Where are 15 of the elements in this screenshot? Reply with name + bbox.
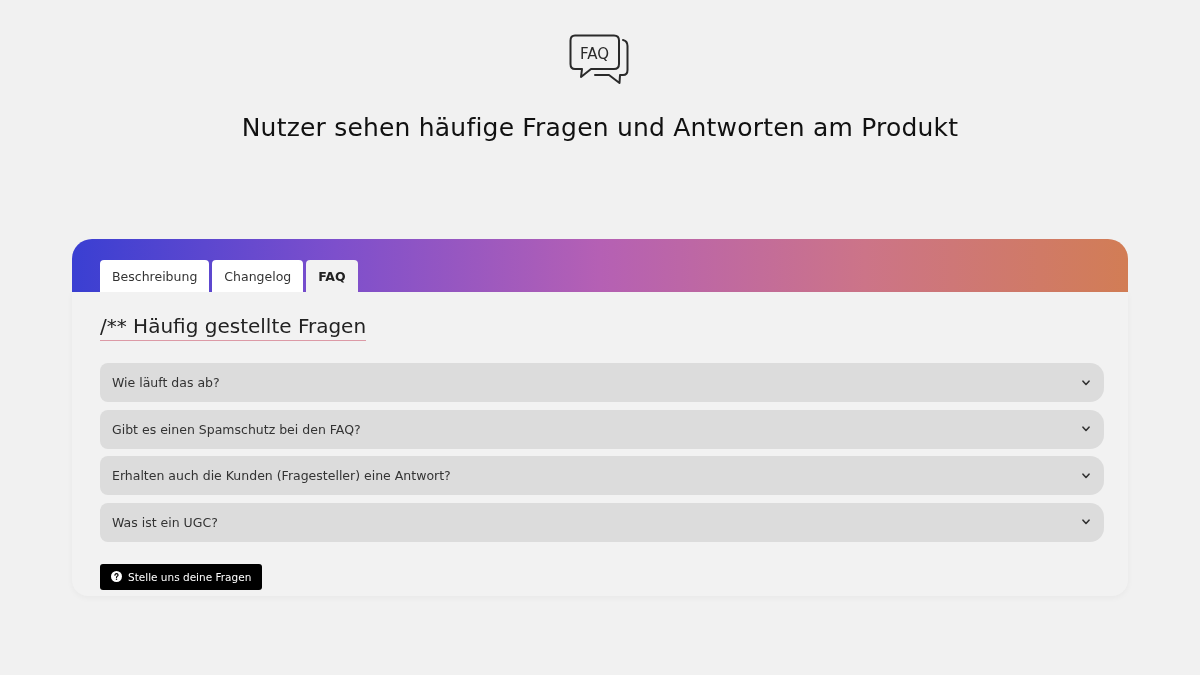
tab[interactable]: Beschreibung: [100, 260, 210, 292]
tab[interactable]: FAQ: [306, 260, 358, 292]
ask-question-button[interactable]: Stelle uns deine Fragen: [100, 563, 263, 590]
section-heading: /** Häufig gestellte Fragen: [100, 314, 367, 341]
faq-accordion-item[interactable]: Erhalten auch die Kunden (Fragesteller) eine Antwort?: [100, 456, 1104, 495]
faq-accordion-item[interactable]: Wie läuft das ab?: [100, 363, 1104, 402]
tab[interactable]: Changelog: [212, 260, 304, 292]
chevron-icon: [1082, 519, 1090, 525]
chevron-icon: [1082, 379, 1090, 386]
faq-accordion-item[interactable]: Gibt es einen Spamschutz bei den FAQ?: [100, 409, 1104, 449]
page-title: Nutzer sehen häufige Fragen und Antworten am Produkt: [241, 112, 959, 144]
chevron-icon: [1082, 472, 1090, 479]
faq-accordion-item[interactable]: Was ist ein UGC?: [100, 502, 1104, 542]
chevron-icon: [1082, 426, 1090, 432]
question-circle-icon: [111, 571, 122, 582]
